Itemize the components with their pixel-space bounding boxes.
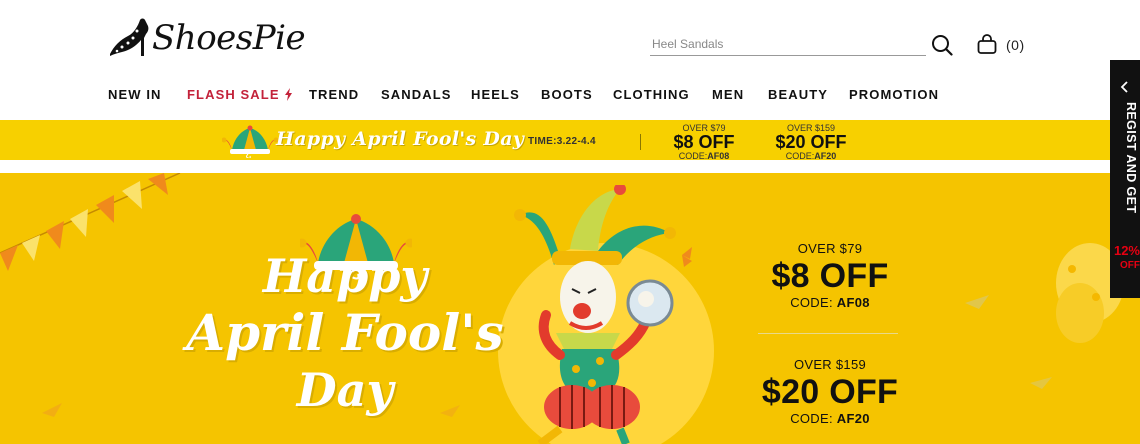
lightning-icon — [284, 87, 292, 101]
cart-count[interactable]: (0) — [1006, 37, 1025, 53]
promo-strip-title: Happy April Fool's Day — [276, 128, 525, 150]
coupon-discount: $8 OFF — [673, 132, 735, 152]
coupon-code-line: CODE: AF08 — [750, 295, 910, 311]
hero-coupon-1: OVER $79 $8 OFF CODE: AF08 — [750, 241, 910, 311]
coupon-code-prefix: CODE: — [790, 411, 837, 426]
nav-item-label: NEW IN — [108, 86, 162, 102]
nav-item-label: CLOTHING — [613, 86, 690, 102]
divider — [640, 134, 641, 150]
hero-title-line: April Fool's — [186, 303, 504, 362]
search-box — [650, 34, 926, 56]
promo-strip[interactable]: Happy April Fool's Day TIME:3.22-4.4 OVE… — [0, 120, 1140, 161]
nav-item-men[interactable]: MEN — [712, 87, 768, 102]
hero-banner[interactable]: Happy April Fool's Day OVER $79 $8 OFF C… — [0, 173, 1140, 444]
nav-item-new-in[interactable]: NEW IN — [108, 87, 187, 102]
cart-icon[interactable] — [976, 33, 998, 55]
nav-item-label: PROMOTION — [849, 86, 940, 102]
nav-item-promotion[interactable]: PROMOTION — [849, 87, 939, 102]
divider — [758, 333, 898, 334]
chevron-left-icon[interactable] — [1118, 80, 1132, 94]
register-tab-label: REGIST AND GET — [1124, 102, 1138, 214]
banner-gap — [0, 160, 1140, 173]
nav-item-beauty[interactable]: BEAUTY — [768, 87, 849, 102]
hero-title: Happy April Fool's Day — [180, 249, 510, 417]
coupon-code-prefix: CODE: — [790, 295, 837, 310]
jester-hat-icon — [222, 125, 278, 158]
nav-item-heels[interactable]: HEELS — [471, 87, 541, 102]
nav-item-sandals[interactable]: SANDALS — [381, 87, 471, 102]
nav-item-label: HEELS — [471, 86, 520, 102]
nav-item-label: FLASH SALE — [187, 86, 280, 102]
main-nav: NEW IN FLASH SALE TREND SANDALS HEELS BO… — [108, 86, 939, 102]
search-input[interactable] — [650, 34, 926, 54]
nav-item-label: SANDALS — [381, 86, 452, 102]
nav-item-clothing[interactable]: CLOTHING — [613, 87, 712, 102]
nav-item-label: TREND — [309, 86, 360, 102]
coupon-code: AF20 — [836, 411, 870, 426]
strip-coupon-1: OVER $79 $8 OFF CODE:AF08 — [668, 123, 740, 161]
search-icon[interactable] — [931, 34, 953, 56]
coupon-code: AF08 — [836, 295, 870, 310]
high-heel-icon — [110, 18, 149, 56]
brand-logo[interactable]: ShoesPie — [108, 14, 306, 58]
jester-illustration — [514, 185, 692, 444]
nav-item-label: BEAUTY — [768, 86, 829, 102]
coupon-discount: $20 OFF — [775, 132, 847, 152]
coupon-discount: $20 OFF — [761, 373, 899, 411]
nav-item-boots[interactable]: BOOTS — [541, 87, 613, 102]
coupon-threshold: OVER $159 — [793, 357, 867, 372]
nav-item-label: BOOTS — [541, 86, 593, 102]
hero-title-line: Happy — [262, 249, 428, 303]
nav-item-flash-sale[interactable]: FLASH SALE — [187, 87, 309, 102]
promo-strip-time: TIME:3.22-4.4 — [528, 136, 596, 147]
hero-title-line: Day — [296, 363, 394, 417]
nav-item-trend[interactable]: TREND — [309, 87, 381, 102]
register-discount-off[interactable]: OFF — [1110, 260, 1140, 272]
register-discount-percent[interactable]: 12% — [1110, 244, 1140, 258]
coupon-threshold: OVER $79 — [797, 241, 863, 256]
coupon-code-line: CODE: AF20 — [740, 411, 920, 427]
strip-coupon-2: OVER $159 $20 OFF CODE:AF20 — [770, 123, 852, 161]
hero-coupon-2: OVER $159 $20 OFF CODE: AF20 — [740, 357, 920, 427]
nav-item-label: MEN — [712, 86, 745, 102]
brand-name: ShoesPie — [152, 18, 306, 58]
coupon-discount: $8 OFF — [771, 257, 889, 295]
